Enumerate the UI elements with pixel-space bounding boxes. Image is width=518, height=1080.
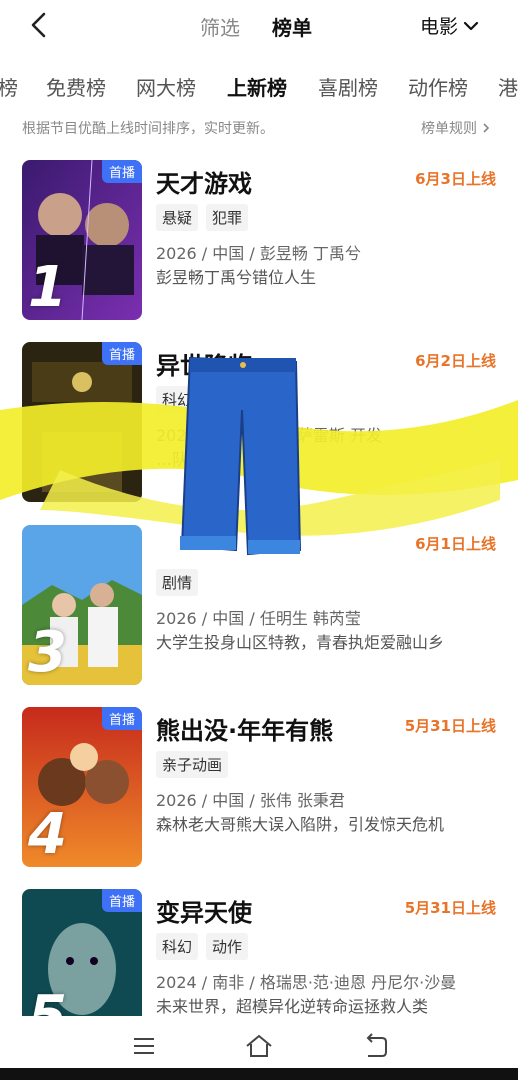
category-tab-free[interactable]: 免费榜	[46, 72, 106, 101]
item-title: 熊出没·年年有熊	[156, 717, 334, 745]
category-tab-action[interactable]: 动作榜	[408, 72, 468, 101]
tag-list: 科幻	[156, 386, 206, 413]
list-item[interactable]: 首播 4 熊出没·年年有熊 5月31日上线 亲子动画 2026 / 中国 / 张…	[0, 707, 518, 872]
poster-image: 首播	[22, 342, 142, 502]
item-description: …队…	[156, 450, 205, 469]
bottom-edge	[0, 1068, 518, 1080]
item-title: 天才游戏	[156, 170, 252, 198]
ranking-description: 根据节目优酷上线时间排序，实时更新。	[22, 121, 274, 137]
chevron-down-icon	[463, 21, 479, 30]
category-tab-hk[interactable]: 港	[498, 72, 518, 101]
rank-number: 3	[28, 620, 67, 685]
system-nav-bar	[0, 1016, 518, 1080]
tag-list: 剧情	[156, 569, 206, 596]
list-item[interactable]: 3 6月1日上线 剧情 2026 / 中国 / 任明生 韩芮莹 大学生投身山区特…	[0, 525, 518, 690]
genre-tag: 亲子动画	[156, 751, 229, 778]
category-tab-comedy[interactable]: 喜剧榜	[318, 72, 378, 101]
ranking-rules-label: 榜单规则	[421, 121, 477, 137]
release-date: 6月2日上线	[415, 352, 496, 370]
menu-button[interactable]	[128, 1030, 160, 1062]
category-tab-web-movie[interactable]: 网大榜	[136, 72, 196, 101]
release-date: 5月31日上线	[404, 899, 496, 917]
tab-ranking[interactable]: 榜单	[272, 12, 312, 41]
poster-image: 首播 4	[22, 707, 142, 867]
genre-tag: 动作	[206, 933, 249, 960]
poster-image: 首播 1	[22, 160, 142, 320]
item-description: 未来世界，超模异化逆转命运拯救人类	[156, 997, 429, 1016]
item-meta: 2026 / 中国 / … 冈萨雷斯 开发	[156, 426, 383, 445]
menu-icon	[134, 1038, 154, 1054]
system-back-button[interactable]	[358, 1030, 390, 1062]
genre-label: 电影	[419, 16, 458, 38]
genre-tag: 犯罪	[206, 204, 249, 231]
genre-tag: 剧情	[156, 569, 199, 596]
ranking-info-row: 根据节目优酷上线时间排序，实时更新。 榜单规则	[0, 116, 518, 140]
item-description: 森林老大哥熊大误入陷阱，引发惊天危机	[156, 815, 445, 834]
top-bar: 筛选 榜单 电影	[0, 0, 518, 52]
item-meta: 2026 / 中国 / 彭昱畅 丁禹兮	[156, 244, 361, 263]
item-meta: 2026 / 中国 / 张伟 张秉君	[156, 791, 345, 810]
premiere-badge: 首播	[101, 160, 142, 183]
list-item[interactable]: 首播 1 天才游戏 6月3日上线 悬疑 犯罪 2026 / 中国 / 彭昱畅 丁…	[0, 160, 518, 325]
item-title: 异世降临	[156, 352, 252, 380]
genre-tag: 科幻	[156, 933, 199, 960]
home-icon	[246, 1034, 272, 1057]
category-tab-new[interactable]: 上新榜	[227, 72, 287, 101]
premiere-badge: 首播	[101, 342, 142, 365]
rank-number: 4	[28, 802, 67, 867]
chevron-right-icon	[483, 123, 490, 133]
premiere-badge: 首播	[101, 889, 142, 912]
item-meta: 2026 / 中国 / 任明生 韩芮莹	[156, 609, 361, 628]
tag-list: 科幻 动作	[156, 933, 256, 960]
category-tab[interactable]: 榜	[0, 72, 18, 101]
item-description: 大学生投身山区特教，青春执炬爱融山乡	[156, 633, 445, 652]
tag-list: 亲子动画	[156, 751, 236, 778]
item-description: 彭昱畅丁禹兮错位人生	[156, 268, 317, 287]
list-item[interactable]: 首播 异世降临 6月2日上线 科幻 2026 / 中国 / … 冈萨雷斯 开发 …	[0, 342, 518, 507]
release-date: 5月31日上线	[404, 717, 496, 735]
tag-list: 悬疑 犯罪	[156, 204, 256, 231]
item-title: 变异天使	[156, 899, 252, 927]
back-icon	[366, 1033, 387, 1057]
premiere-badge: 首播	[101, 707, 142, 730]
genre-tag: 悬疑	[156, 204, 199, 231]
home-button[interactable]	[243, 1030, 275, 1062]
genre-dropdown[interactable]: 电影	[420, 12, 480, 39]
item-meta: 2024 / 南非 / 格瑞思·范·迪恩 丹尼尔·沙曼	[156, 973, 457, 992]
release-date: 6月3日上线	[415, 170, 496, 188]
category-tabs: 榜 免费榜 网大榜 上新榜 喜剧榜 动作榜 港	[0, 68, 518, 104]
tab-filter[interactable]: 筛选	[200, 12, 240, 41]
rank-number: 1	[28, 255, 67, 320]
release-date: 6月1日上线	[415, 535, 496, 553]
ranking-rules-link[interactable]: 榜单规则	[421, 118, 492, 138]
genre-tag: 科幻	[156, 386, 199, 413]
back-button[interactable]	[24, 10, 54, 40]
poster-image: 3	[22, 525, 142, 685]
chevron-left-icon	[31, 12, 46, 38]
